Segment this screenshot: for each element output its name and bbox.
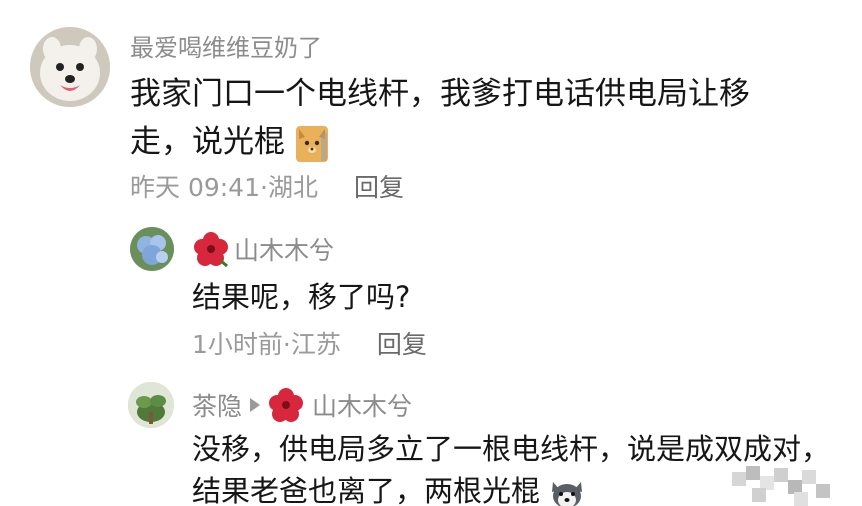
reply-to-author[interactable]: 山木木兮	[312, 387, 412, 423]
hibiscus-flower-icon	[194, 232, 228, 267]
comment-meta: 1小时前 · 江苏 回复	[192, 325, 427, 361]
husky-dog-emoji	[552, 482, 583, 506]
comment-item: 最爱喝维维豆奶了 我家门口一个电线杆，我爹打电话供电局让移走，说光棍 昨天 09…	[0, 0, 862, 215]
avatar[interactable]	[128, 382, 174, 428]
watermark-mosaic	[732, 466, 830, 506]
hydrangea-flower-avatar	[130, 227, 174, 271]
meta-separator: ·	[282, 330, 291, 359]
reply-item: 山木木兮 结果呢，移了吗? 1小时前 · 江苏 回复	[0, 215, 862, 365]
avatar[interactable]	[130, 227, 174, 271]
dog-face-emoji	[295, 125, 328, 162]
hibiscus-flower-icon	[269, 388, 304, 422]
reply-arrow-icon	[250, 398, 261, 412]
comment-author[interactable]: 最爱喝维维豆奶了	[130, 28, 322, 63]
comment-time: 1小时前	[192, 330, 283, 359]
comment-time: 昨天 09:41	[130, 173, 260, 202]
comment-location: 湖北	[267, 173, 318, 202]
comment-text: 结果呢，移了吗?	[192, 280, 411, 314]
comment-text-content: 我家门口一个电线杆，我爹打电话供电局让移走，说光棍	[130, 76, 750, 161]
samoyed-dog-avatar	[30, 27, 110, 107]
comment-meta: 昨天 09:41 · 湖北 回复	[130, 168, 404, 204]
meta-separator: ·	[260, 173, 268, 202]
comment-author[interactable]: 茶隐	[192, 387, 242, 423]
comment-location: 江苏	[290, 330, 341, 359]
plant-avatar	[128, 382, 174, 428]
reply-button[interactable]: 回复	[377, 325, 427, 361]
comment-text: 我家门口一个电线杆，我爹打电话供电局让移走，说光棍	[130, 70, 810, 166]
reply-header: 茶隐 山木木兮	[192, 387, 412, 423]
avatar[interactable]	[30, 27, 110, 107]
comment-author[interactable]: 山木木兮	[234, 231, 334, 267]
reply-button[interactable]: 回复	[354, 168, 404, 204]
